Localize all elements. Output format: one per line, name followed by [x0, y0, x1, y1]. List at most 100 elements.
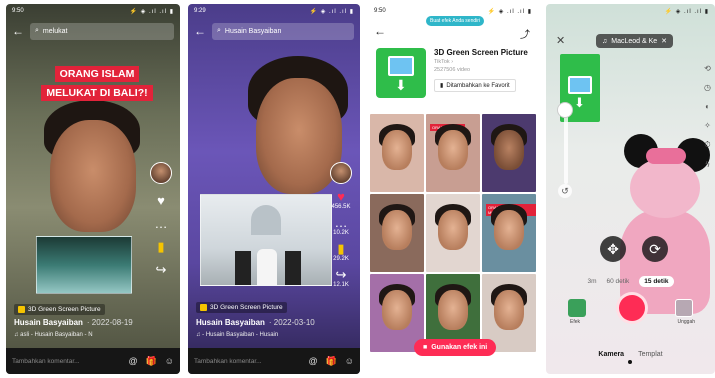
back-arrow-icon[interactable]: ← — [194, 24, 206, 38]
mention-icon[interactable]: @ — [308, 356, 317, 366]
author-line[interactable]: Husain Basyaiban · 2022-03-10 — [196, 318, 315, 327]
effect-label: 3D Green Screen Picture — [28, 306, 101, 313]
post-date: · 2022-08-19 — [86, 318, 133, 327]
search-input[interactable]: ⌕ melukat — [30, 22, 174, 40]
comment-input[interactable]: Tambahkan komentar... — [194, 358, 300, 365]
video-thumb[interactable]: ORANG ISLAM MELUKAT DI BALI?! — [482, 194, 536, 272]
rotate-gizmo-icon[interactable]: ⟳ — [642, 236, 668, 262]
post-date: · 2022-03-10 — [268, 318, 315, 327]
comment-button[interactable]: … 10.2K — [333, 216, 349, 236]
slider-knob[interactable] — [557, 102, 573, 118]
back-arrow-icon[interactable]: ← — [374, 24, 386, 38]
favorite-label: Ditambahkan ke Favorit — [446, 82, 510, 89]
filter-icon[interactable]: ◐ — [705, 102, 710, 111]
guest-figure — [285, 251, 301, 285]
heart-icon: ♥ — [157, 193, 165, 208]
face — [494, 290, 524, 330]
timer-icon[interactable]: ⏱ — [704, 140, 710, 150]
page-header: ← — [368, 20, 538, 42]
toy-head — [630, 158, 700, 218]
video-caption: ORANG ISLAM MELUKAT DI BALI?! — [36, 64, 158, 102]
comment-button[interactable]: … — [155, 217, 168, 230]
comment-icon: … — [154, 216, 168, 231]
status-time: 9:50 — [12, 8, 24, 14]
gift-icon[interactable]: 🎁 — [146, 356, 157, 367]
effects-label: Efek — [570, 319, 581, 325]
effect-icon — [200, 304, 207, 311]
effect-author[interactable]: TikTok › — [434, 59, 528, 65]
toy-bow — [646, 148, 686, 164]
effects-button[interactable] — [568, 299, 586, 317]
mention-icon[interactable]: @ — [128, 356, 137, 366]
share-icon[interactable]: ⤴ — [520, 26, 530, 41]
like-button[interactable]: ♥ 456.5K — [331, 190, 350, 210]
duration-option[interactable]: 60 detik — [607, 278, 630, 285]
camera-tools: ⟲ ◷ ◐ ✧ ⏱ ϟ — [704, 64, 711, 169]
effect-thumbnail: ⬇ — [376, 48, 426, 98]
favorite-button[interactable]: ▮ — [157, 240, 164, 253]
search-input[interactable]: ⌕ Husain Basyaiban — [212, 22, 354, 40]
record-button[interactable] — [616, 292, 648, 324]
share-button[interactable]: ↪ — [156, 263, 167, 276]
video-thumb[interactable] — [482, 114, 536, 192]
move-gizmo-icon[interactable]: ✥ — [600, 236, 626, 262]
share-icon: ↪ — [155, 262, 167, 277]
effect-info: 3D Green Screen Picture TikTok › 2527506… — [434, 48, 528, 98]
share-count: 12.1K — [333, 282, 349, 288]
video-thumb[interactable]: ORANG ISLAM... — [426, 114, 480, 192]
author-line[interactable]: Husain Basyaiban · 2022-08-19 — [14, 318, 133, 327]
duration-option[interactable]: 3m — [587, 278, 596, 285]
comment-bar: Tambahkan komentar... @ 🎁 ☺ — [6, 348, 180, 374]
search-icon: ⌕ — [35, 27, 39, 34]
status-bar: ⚡ ◈ .ıl .ıl ▮ — [546, 4, 715, 18]
close-icon[interactable]: ✕ — [556, 34, 565, 47]
video-thumb[interactable] — [370, 114, 424, 192]
effect-tag[interactable]: 3D Green Screen Picture — [196, 302, 287, 313]
video-thumb[interactable] — [370, 194, 424, 272]
add-sound-chip[interactable]: ♫ MacLeod & Ke ✕ — [596, 34, 674, 48]
effect-title: 3D Green Screen Picture — [434, 48, 528, 57]
comment-input[interactable]: Tambahkan komentar... — [12, 358, 120, 365]
back-arrow-icon[interactable]: ← — [12, 24, 24, 38]
church-window — [251, 205, 281, 235]
video-screen-2: 9:29 ⚡ ◈ .ıl .ıl ▮ ← ⌕ Husain Basyaiban … — [188, 4, 360, 374]
effect-header: ⬇ 3D Green Screen Picture TikTok › 25275… — [376, 48, 530, 98]
flash-icon[interactable]: ϟ — [705, 160, 709, 169]
reset-icon[interactable]: ↺ — [558, 184, 572, 198]
clear-sound-icon[interactable]: ✕ — [661, 37, 667, 45]
share-button[interactable]: ↪ 12.1K — [333, 268, 349, 288]
comment-bar: Tambahkan komentar... @ 🎁 ☺ — [188, 348, 360, 374]
upload-label: Unggah — [677, 319, 695, 325]
flip-camera-icon[interactable]: ⟲ — [704, 64, 711, 73]
bookmark-icon: ▮ — [440, 83, 444, 89]
like-button[interactable]: ♥ — [157, 194, 165, 207]
emoji-icon[interactable]: ☺ — [345, 356, 354, 366]
music-line[interactable]: ♫ - Husain Basyaiban - Husain — [196, 332, 278, 338]
status-time: 9:50 — [374, 8, 386, 14]
tab-camera[interactable]: Kamera — [598, 351, 624, 358]
music-line[interactable]: ♫ asli - Husain Basyaiban - N — [14, 332, 93, 338]
camera-mode-tabs: Kamera Templat — [546, 351, 715, 358]
camera-screen: ⚡ ◈ .ıl .ıl ▮ ✕ ♫ MacLeod & Ke ✕ ⬇ ↺ ✥ ⟳… — [546, 4, 715, 374]
effect-page-screen: 9:50 ⚡ ◈ .ıl .ıl ▮ Buat efek Anda sendir… — [368, 4, 538, 374]
person-face — [50, 120, 136, 232]
creator-avatar[interactable] — [150, 162, 172, 184]
creator-avatar[interactable] — [330, 162, 352, 184]
favorite-button[interactable]: ▮ 29.2K — [333, 242, 349, 262]
use-effect-button[interactable]: ■ Gunakan efek ini — [414, 339, 497, 356]
picture-icon — [388, 56, 414, 76]
gift-icon[interactable]: 🎁 — [326, 356, 337, 367]
speed-icon[interactable]: ◷ — [704, 83, 711, 92]
video-thumb[interactable] — [426, 194, 480, 272]
emoji-icon[interactable]: ☺ — [165, 356, 174, 366]
favorite-button[interactable]: ▮ Ditambahkan ke Favorit — [434, 79, 516, 92]
upload-button[interactable] — [675, 299, 693, 317]
beauty-icon[interactable]: ✧ — [704, 121, 711, 130]
tab-template[interactable]: Templat — [638, 351, 663, 358]
face — [438, 130, 468, 170]
down-arrow-icon: ⬇ — [574, 95, 585, 110]
effect-tag[interactable]: 3D Green Screen Picture — [14, 304, 105, 315]
duration-option-selected[interactable]: 15 detik — [639, 276, 674, 287]
effect-icon — [18, 306, 25, 313]
use-effect-label: Gunakan efek ini — [431, 344, 488, 351]
